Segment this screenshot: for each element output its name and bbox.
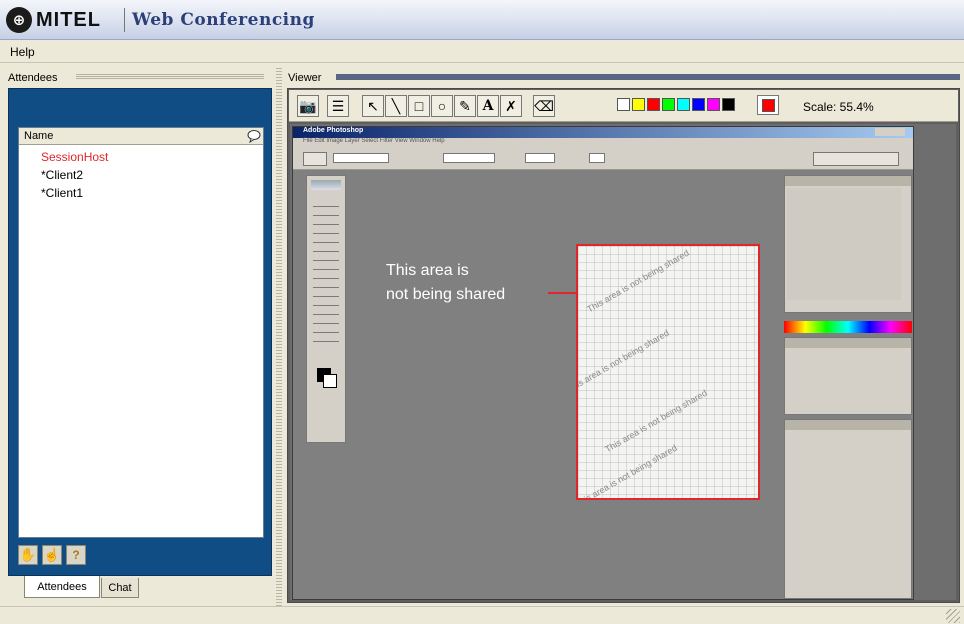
question-icon: ?	[72, 548, 80, 562]
history-palette-tabs	[785, 338, 911, 348]
shared-app-title: Adobe Photoshop	[303, 127, 364, 134]
opacity-field	[525, 153, 555, 163]
ellipse-icon[interactable]: ○	[431, 95, 453, 117]
attendees-pane-grip[interactable]	[76, 74, 264, 79]
tab-attendees[interactable]: Attendees	[24, 576, 100, 598]
window-controls-icon	[875, 128, 905, 136]
mitel-logo-mark-icon: ⊕	[6, 7, 32, 33]
shared-app-toolbox	[306, 175, 346, 443]
history-palette	[784, 337, 912, 415]
chat-bubble-icon[interactable]	[247, 129, 261, 144]
eraser-icon[interactable]: ✗	[500, 95, 522, 117]
attendee-list: Name SessionHost *Client2 *Client1	[18, 127, 264, 538]
line-icon[interactable]: ╲	[385, 95, 407, 117]
attendee-session-host[interactable]: SessionHost	[41, 150, 108, 164]
toolbox-tools-icon	[313, 198, 339, 348]
shared-app-menu: File Edit Image Layer Select Filter View…	[293, 138, 913, 148]
question-button[interactable]: ?	[66, 545, 86, 565]
shared-app-titlebar: Adobe Photoshop	[293, 127, 913, 138]
line-weight-icon[interactable]: ☰	[327, 95, 349, 117]
pointer-icon[interactable]: ↖	[362, 95, 384, 117]
active-color-swatch	[761, 98, 775, 112]
raise-hand-icon: ✋	[19, 547, 37, 562]
callout-line-1: This area is	[386, 262, 469, 279]
rectangle-icon[interactable]: □	[408, 95, 430, 117]
viewer-title: Viewer	[288, 72, 322, 84]
menu-help[interactable]: Help	[10, 45, 35, 59]
background-color-icon	[323, 374, 337, 388]
mode-select	[443, 153, 495, 163]
navigator-palette	[784, 175, 912, 313]
attendees-pane-title: Attendees	[8, 72, 58, 84]
color-swatch-yellow[interactable]	[632, 98, 645, 111]
callout-line-2: not being shared	[386, 286, 506, 303]
attendee-client2[interactable]: *Client2	[41, 168, 83, 182]
callout-connector	[548, 292, 576, 294]
navigator-palette-tabs	[785, 176, 911, 186]
unshared-document-area: This area is not being shared This area …	[576, 244, 760, 500]
mitel-logo: ⊕ MITEL	[6, 6, 101, 34]
tab-chat[interactable]: Chat	[101, 578, 139, 598]
status-bar	[0, 606, 964, 624]
shared-app-options-bar	[293, 148, 913, 170]
color-spectrum	[784, 321, 912, 333]
palette-well	[813, 152, 899, 166]
hand-action-button[interactable]: ☝	[42, 545, 62, 565]
color-swatch-blue[interactable]	[692, 98, 705, 111]
text-icon[interactable]: A	[477, 95, 499, 117]
tolerance-field	[589, 153, 605, 163]
column-name-header[interactable]: Name	[24, 130, 53, 142]
watermark-text: This area is not being shared	[603, 387, 709, 455]
toolbox-header-icon	[311, 180, 341, 190]
color-swatch-red[interactable]	[647, 98, 660, 111]
watermark-text: This area is not being shared	[576, 442, 679, 500]
resize-grip-icon[interactable]	[946, 609, 960, 623]
pane-splitter[interactable]	[276, 66, 282, 606]
layers-palette-tabs	[785, 420, 911, 430]
tool-preset-icon	[303, 152, 327, 166]
clear-icon[interactable]: ⌫	[533, 95, 555, 117]
color-swatch-magenta[interactable]	[707, 98, 720, 111]
color-swatch-cyan[interactable]	[677, 98, 690, 111]
viewer-grip[interactable]	[336, 74, 960, 80]
navigator-preview	[787, 188, 901, 300]
watermark-text: This area is not being shared	[576, 327, 671, 395]
hand-icon: ☝	[43, 547, 61, 562]
active-color-button[interactable]	[757, 95, 779, 115]
scale-label: Scale: 55.4%	[803, 100, 874, 114]
attendee-client1[interactable]: *Client1	[41, 186, 83, 200]
color-swatch-white[interactable]	[617, 98, 630, 111]
highlighter-icon[interactable]: ✎	[454, 95, 476, 117]
mitel-logo-text: MITEL	[36, 8, 101, 31]
color-swatch-black[interactable]	[722, 98, 735, 111]
title-separator	[124, 8, 125, 32]
raise-hand-button[interactable]: ✋	[18, 545, 38, 565]
title-bar: ⊕ MITEL Web Conferencing	[0, 0, 964, 40]
watermark-text: This area is not being shared	[585, 247, 691, 315]
color-swatch-green[interactable]	[662, 98, 675, 111]
app-title: Web Conferencing	[132, 10, 315, 30]
menu-bar: Help	[0, 41, 964, 63]
camera-icon[interactable]: 📷	[297, 95, 319, 117]
attendee-list-header[interactable]: Name	[19, 128, 263, 145]
fill-select	[333, 153, 389, 163]
not-shared-callout: This area is not being shared	[386, 259, 505, 307]
layers-palette	[784, 419, 912, 599]
